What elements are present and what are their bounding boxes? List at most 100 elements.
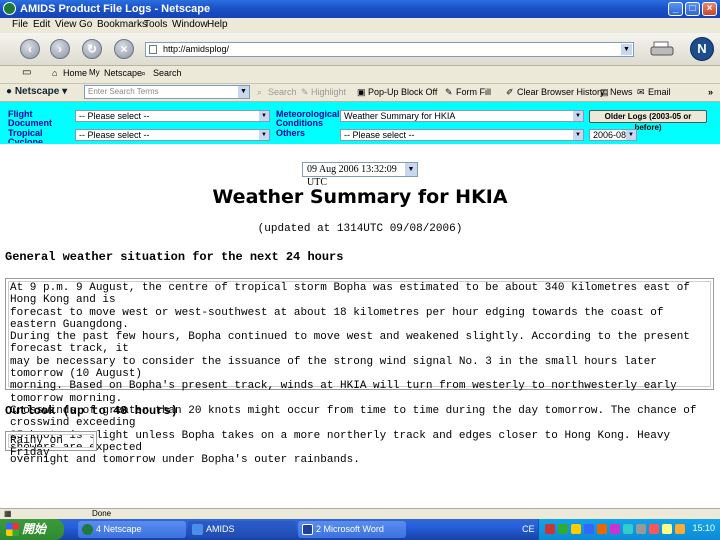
- word-icon: [302, 524, 313, 535]
- general-situation-heading: General weather situation for the next 2…: [5, 250, 344, 264]
- navigation-toolbar: ‹ › ↻ × http://amidsplog/ ▼: [0, 33, 720, 66]
- tropical-cyclone-label: Tropical Cyclone Information: [8, 129, 44, 143]
- menu-bookmarks[interactable]: Bookmarks: [97, 19, 147, 30]
- tray-icon[interactable]: [649, 524, 659, 534]
- search-link[interactable]: Search: [153, 68, 182, 78]
- window-icon: [192, 524, 203, 535]
- taskbar-amids[interactable]: AMIDS: [188, 521, 296, 538]
- form-fill-button[interactable]: Form Fill: [456, 87, 491, 97]
- netscape-logo-icon[interactable]: N: [690, 37, 714, 61]
- menu-view[interactable]: View: [55, 19, 77, 30]
- window-title: AMIDS Product File Logs - Netscape: [20, 3, 211, 15]
- menu-go[interactable]: Go: [79, 19, 92, 30]
- minimize-button[interactable]: _: [668, 2, 683, 16]
- month-select[interactable]: 2006-08 ▼: [589, 129, 637, 141]
- url-dropdown-icon[interactable]: ▼: [621, 44, 632, 55]
- text-line: forecast to move west or west-southwest …: [10, 306, 664, 331]
- text-line: During the past few hours, Bopha continu…: [10, 331, 690, 356]
- close-button[interactable]: ×: [702, 2, 717, 16]
- chevron-down-icon: ▼: [626, 130, 636, 140]
- highlight-icon: ✎: [301, 87, 309, 97]
- menu-tools[interactable]: Tools: [144, 19, 167, 30]
- text-line: At 9 p.m. 9 August, the centre of tropic…: [10, 282, 690, 307]
- email-button[interactable]: Email: [648, 87, 671, 97]
- netscape-search-button[interactable]: ● Netscape ▾: [6, 86, 67, 97]
- outlook-heading: Outlook (up to 48 hours): [5, 404, 178, 418]
- menu-edit[interactable]: Edit: [33, 19, 50, 30]
- tropical-cyclone-value: -- Please select --: [79, 130, 150, 140]
- tray-icon[interactable]: [597, 524, 607, 534]
- chevron-down-icon: ▼: [259, 111, 269, 121]
- input-language[interactable]: CE: [522, 524, 535, 534]
- tray-icon[interactable]: [610, 524, 620, 534]
- taskbar: 開始 4 Netscape AMIDS 2 Microsoft Word CE …: [0, 519, 720, 540]
- personal-toolbar: ▭ ⌂ Home My Netscape ⌕ Search: [0, 66, 720, 84]
- meteorological-select[interactable]: Weather Summary for HKIA ▼: [340, 110, 584, 122]
- task-label: 2 Microsoft Word: [316, 524, 384, 534]
- flight-document-label: Flight Document: [8, 109, 53, 128]
- start-label: 開始: [22, 522, 47, 536]
- netscape-icon: [82, 524, 93, 535]
- search-input[interactable]: Enter Search Terms ▼: [84, 85, 250, 99]
- menu-file[interactable]: File: [12, 19, 28, 30]
- menu-help[interactable]: Help: [207, 19, 228, 30]
- home-link[interactable]: Home: [63, 68, 87, 78]
- tray-icon[interactable]: [571, 524, 581, 534]
- maximize-button[interactable]: □: [685, 2, 700, 16]
- title-bar: AMIDS Product File Logs - Netscape _ □ ×: [0, 0, 720, 18]
- month-value: 2006-08: [593, 130, 627, 140]
- tray-icon[interactable]: [584, 524, 594, 534]
- news-icon: ▤: [600, 87, 609, 97]
- others-value: -- Please select --: [344, 130, 415, 140]
- popup-blocker-button[interactable]: Pop-Up Block Off: [368, 87, 437, 97]
- tray-icon[interactable]: [636, 524, 646, 534]
- url-input[interactable]: http://amidsplog/ ▼: [145, 42, 634, 57]
- chevron-down-icon: ▼: [573, 111, 583, 121]
- menu-window[interactable]: Window: [172, 19, 208, 30]
- datetime-select[interactable]: 09 Aug 2006 13:32:09 UTC ▼: [302, 162, 418, 188]
- clear-history-button[interactable]: Clear Browser History: [517, 87, 605, 97]
- toolbar-overflow-icon[interactable]: »: [708, 87, 713, 97]
- tropical-cyclone-select[interactable]: -- Please select -- ▼: [75, 129, 270, 141]
- tabs-icon[interactable]: ▭: [22, 67, 31, 78]
- taskbar-netscape[interactable]: 4 Netscape: [78, 521, 186, 538]
- tray-icon[interactable]: [545, 524, 555, 534]
- back-arrow-icon[interactable]: ‹: [20, 39, 40, 59]
- magnifier-icon: ⌕: [141, 68, 147, 78]
- tray-icon[interactable]: [623, 524, 633, 534]
- tray-icon[interactable]: [662, 524, 672, 534]
- tray-icon[interactable]: [675, 524, 685, 534]
- menu-bar: File Edit View Go Bookmarks Tools Window…: [0, 18, 720, 33]
- others-select[interactable]: -- Please select -- ▼: [340, 129, 584, 141]
- search-placeholder: Enter Search Terms: [88, 87, 159, 96]
- start-button[interactable]: 開始: [0, 519, 64, 540]
- meteorological-value: Weather Summary for HKIA: [344, 111, 456, 121]
- search-button[interactable]: Search: [268, 87, 297, 97]
- search-dropdown-icon[interactable]: ▼: [238, 86, 249, 98]
- news-button[interactable]: News: [610, 87, 633, 97]
- page-document-icon: [149, 45, 157, 54]
- older-logs-button[interactable]: Older Logs (2003-05 or before): [589, 110, 707, 132]
- general-situation-text: At 9 p.m. 9 August, the centre of tropic…: [5, 278, 714, 466]
- task-label: 4 Netscape: [96, 524, 142, 534]
- taskbar-word[interactable]: 2 Microsoft Word: [298, 521, 406, 538]
- clock[interactable]: 15:10: [692, 523, 715, 533]
- highlight-button[interactable]: Highlight: [311, 87, 346, 97]
- netscape-link[interactable]: Netscape: [104, 68, 142, 78]
- forward-arrow-icon[interactable]: ›: [50, 39, 70, 59]
- datetime-value: 09 Aug 2006 13:32:09 UTC: [307, 164, 397, 188]
- print-icon[interactable]: [650, 40, 676, 58]
- flight-document-select[interactable]: -- Please select -- ▼: [75, 110, 270, 122]
- popup-icon: ▣: [357, 87, 366, 97]
- reload-icon[interactable]: ↻: [82, 39, 102, 59]
- text-line: 25 knots is slight unless Bopha takes on…: [10, 429, 671, 454]
- chevron-down-icon: ▼: [259, 130, 269, 140]
- search-toolbar: ● Netscape ▾ Enter Search Terms ▼ ⌕ Sear…: [0, 84, 720, 102]
- text-line: overnight and tomorrow under Bopha's out…: [10, 454, 360, 467]
- clear-history-icon: ✐: [506, 87, 514, 97]
- form-fill-icon: ✎: [445, 87, 453, 97]
- tray-icon[interactable]: [558, 524, 568, 534]
- flight-document-value: -- Please select --: [79, 111, 150, 121]
- netscape-search-label: Netscape: [14, 86, 60, 97]
- stop-icon[interactable]: ×: [114, 39, 134, 59]
